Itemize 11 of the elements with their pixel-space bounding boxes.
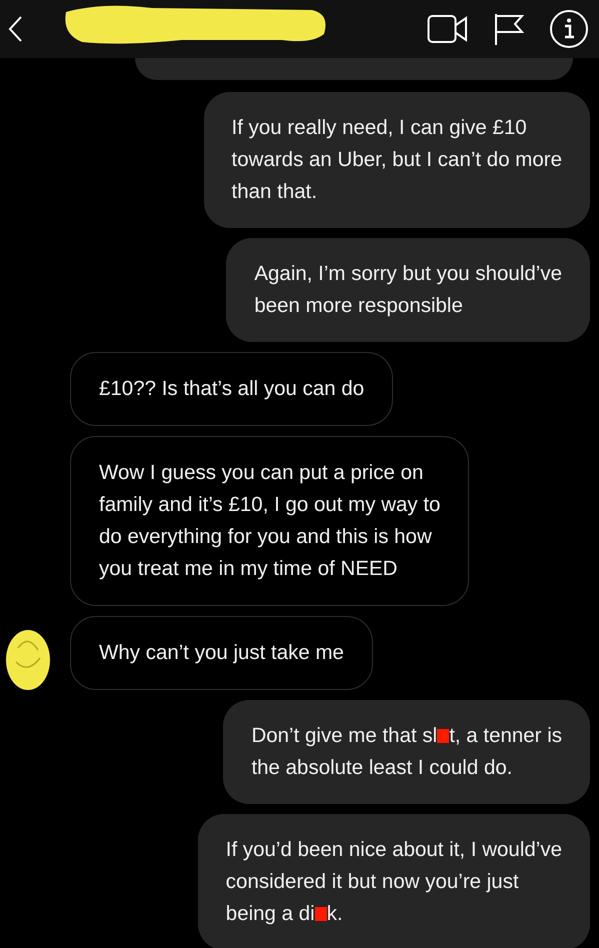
message-text: £10?? Is that’s all you can do: [99, 377, 364, 400]
message-text: If you really need, I can give £10 towards an Uber, but I can’t do more than that.: [232, 116, 562, 203]
flag-icon[interactable]: [493, 12, 525, 46]
info-icon[interactable]: [549, 9, 589, 49]
message-text: Don’t give me that sl t, a tenner is the absolute least I could do.: [251, 724, 562, 779]
message-text: If you’d been nice about it, I would’ve considered it but now you’re just being a di k.: [226, 838, 562, 925]
message-text: Wow I guess you can put a price on family and it’s £10, I go out my way to do everything for you and this is how you treat me in my time of NEED: [99, 461, 440, 580]
video-camera-icon[interactable]: [427, 13, 469, 45]
message-text: Why can’t you just take me: [99, 641, 344, 664]
back-icon[interactable]: [6, 14, 24, 44]
message-text: Again, I’m sorry but you should’ve been more responsible: [254, 262, 562, 317]
